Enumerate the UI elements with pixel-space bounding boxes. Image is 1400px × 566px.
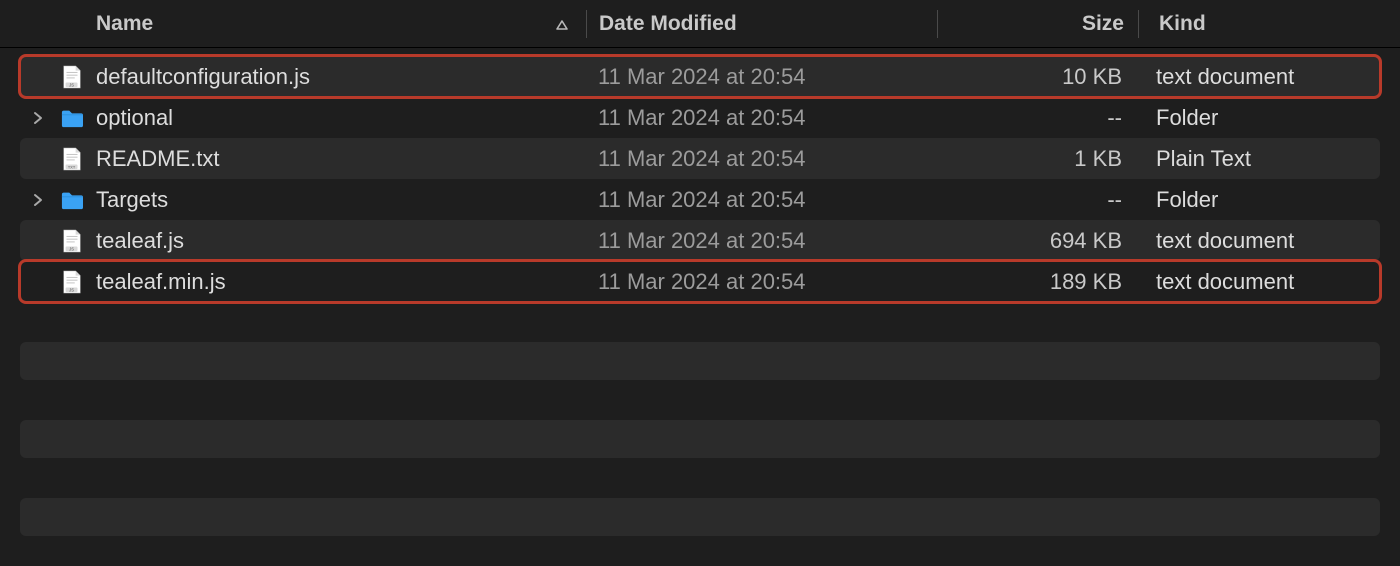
sort-ascending-icon [556, 12, 568, 36]
file-date-modified: 11 Mar 2024 at 20:54 [586, 269, 936, 295]
file-row[interactable]: README.txt11 Mar 2024 at 20:541 KBPlain … [20, 138, 1380, 179]
file-date-modified: 11 Mar 2024 at 20:54 [586, 105, 936, 131]
file-row[interactable]: defaultconfiguration.js11 Mar 2024 at 20… [20, 56, 1380, 97]
column-header-date-label: Date Modified [599, 12, 737, 36]
file-kind: text document [1136, 269, 1380, 295]
file-size: -- [936, 105, 1136, 131]
empty-row [20, 498, 1380, 536]
disclosure-chevron-icon[interactable] [20, 111, 56, 125]
column-header-kind[interactable]: Kind [1139, 12, 1400, 36]
file-row[interactable]: Targets11 Mar 2024 at 20:54--Folder [20, 179, 1380, 220]
file-date-modified: 11 Mar 2024 at 20:54 [586, 228, 936, 254]
file-date-modified: 11 Mar 2024 at 20:54 [586, 187, 936, 213]
file-size: 10 KB [936, 64, 1136, 90]
folder-icon [56, 187, 88, 213]
js-file-icon [56, 64, 88, 90]
txt-file-icon [56, 146, 88, 172]
file-size: 1 KB [936, 146, 1136, 172]
file-size: -- [936, 187, 1136, 213]
file-row[interactable]: tealeaf.js11 Mar 2024 at 20:54694 KBtext… [20, 220, 1380, 261]
file-name: Targets [88, 187, 586, 213]
file-date-modified: 11 Mar 2024 at 20:54 [586, 146, 936, 172]
disclosure-chevron-icon[interactable] [20, 193, 56, 207]
column-header-name[interactable]: Name [0, 12, 586, 36]
file-size: 694 KB [936, 228, 1136, 254]
file-name: defaultconfiguration.js [88, 64, 586, 90]
file-row[interactable]: tealeaf.min.js11 Mar 2024 at 20:54189 KB… [20, 261, 1380, 302]
file-name: tealeaf.min.js [88, 269, 586, 295]
js-file-icon [56, 228, 88, 254]
empty-row [20, 420, 1380, 458]
file-list: defaultconfiguration.js11 Mar 2024 at 20… [0, 56, 1400, 302]
column-header-size[interactable]: Size [938, 12, 1138, 36]
column-header-size-label: Size [1082, 12, 1124, 36]
file-name: README.txt [88, 146, 586, 172]
file-kind: text document [1136, 64, 1380, 90]
file-kind: text document [1136, 228, 1380, 254]
empty-row [20, 342, 1380, 380]
column-header-name-label: Name [96, 12, 153, 36]
column-header-row: Name Date Modified Size Kind [0, 0, 1400, 48]
file-date-modified: 11 Mar 2024 at 20:54 [586, 64, 936, 90]
js-file-icon [56, 269, 88, 295]
file-kind: Plain Text [1136, 146, 1380, 172]
file-name: tealeaf.js [88, 228, 586, 254]
file-size: 189 KB [936, 269, 1136, 295]
folder-icon [56, 105, 88, 131]
column-header-date[interactable]: Date Modified [587, 12, 937, 36]
column-header-kind-label: Kind [1159, 12, 1206, 36]
file-row[interactable]: optional11 Mar 2024 at 20:54--Folder [20, 97, 1380, 138]
file-kind: Folder [1136, 105, 1380, 131]
file-name: optional [88, 105, 586, 131]
file-kind: Folder [1136, 187, 1380, 213]
